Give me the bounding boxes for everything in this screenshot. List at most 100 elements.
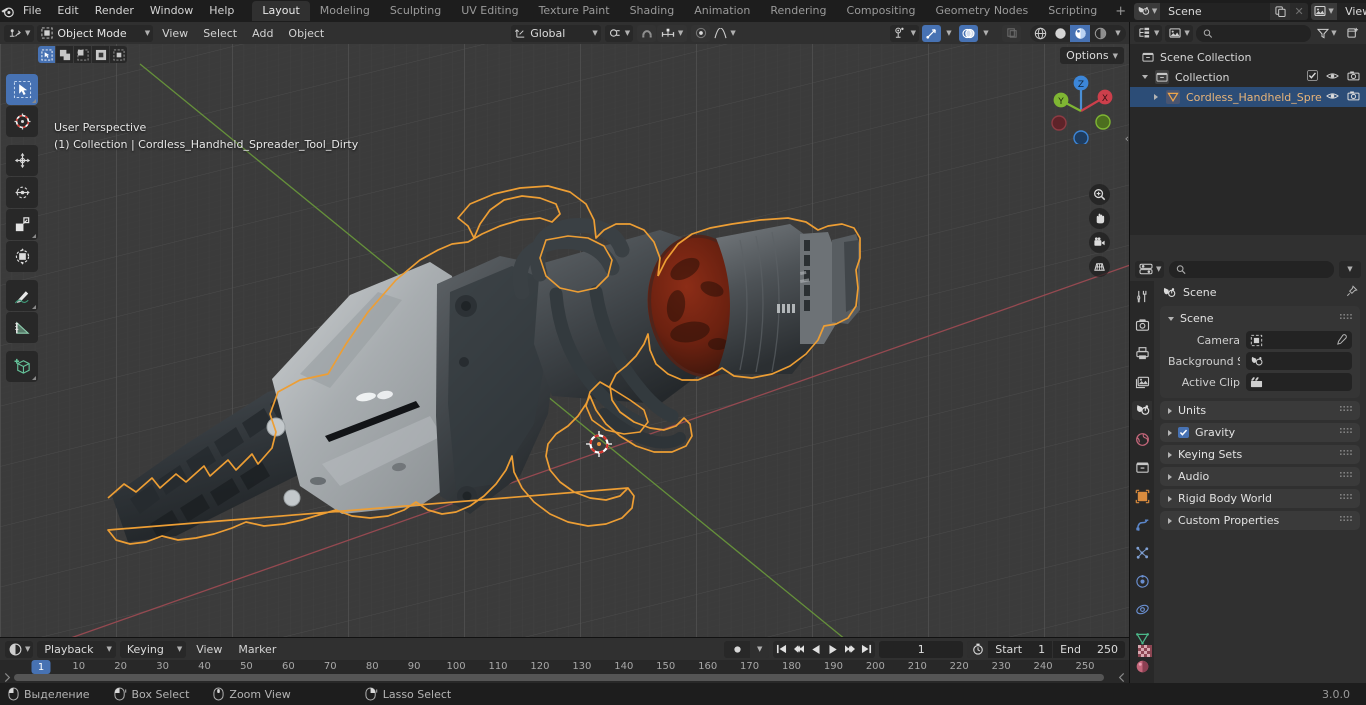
viewport-options-button[interactable]: Options ▼ — [1060, 47, 1124, 64]
gizmo-dropdown[interactable]: ▼ — [942, 25, 956, 42]
pan-view-button[interactable] — [1089, 208, 1110, 229]
zoom-view-button[interactable] — [1089, 184, 1110, 205]
outliner-editor-type-button[interactable]: ▼ — [1134, 24, 1163, 42]
use-preview-range-icon[interactable] — [967, 640, 989, 658]
tab-shading[interactable]: Shading — [620, 1, 685, 21]
outliner-filter-button[interactable]: ▼ — [1314, 25, 1340, 42]
tab-modeling[interactable]: Modeling — [310, 1, 380, 21]
play-reverse-button[interactable] — [807, 641, 824, 658]
properties-tab-modifiers[interactable] — [1132, 515, 1152, 534]
chevron-right-icon[interactable] — [1168, 429, 1172, 436]
end-frame-field[interactable]: End 250 — [1052, 640, 1125, 658]
new-scene-button[interactable] — [1270, 2, 1291, 20]
tab-texture-paint[interactable]: Texture Paint — [529, 1, 620, 21]
tab-compositing[interactable]: Compositing — [837, 1, 926, 21]
overlays-dropdown[interactable]: ▼ — [979, 25, 993, 42]
object-mode-selector[interactable]: Object Mode ▼ — [37, 24, 154, 42]
gravity-panel[interactable]: Gravity — [1160, 423, 1360, 442]
solid-shading-icon[interactable] — [1050, 25, 1070, 42]
menu-render[interactable]: Render — [87, 2, 142, 20]
outliner-search-box[interactable] — [1195, 24, 1311, 42]
wireframe-shading-icon[interactable] — [1030, 25, 1050, 42]
snap-target-selector[interactable]: ▼ — [657, 24, 688, 42]
checkbox-icon[interactable] — [1307, 70, 1318, 84]
timeline-editor[interactable]: ▼ Playback ▼ Keying ▼ View Marker ▼ 1 St… — [0, 638, 1130, 683]
sidebar-expand-arrow-icon[interactable]: ‹ — [1125, 132, 1129, 145]
view-layer-selector[interactable]: ▼ View Layer ✕ — [1311, 2, 1366, 20]
3d-viewport[interactable]: User Perspective (1) Collection | Cordle… — [0, 44, 1130, 638]
transform-orientation-selector[interactable]: Global ▼ — [511, 24, 601, 42]
chevron-down-icon[interactable] — [1168, 316, 1174, 321]
grip-dots-icon[interactable] — [1340, 494, 1352, 503]
outliner-new-collection-button[interactable] — [1343, 25, 1362, 42]
jump-to-end-button[interactable] — [858, 641, 875, 658]
outliner-row-collection[interactable]: Collection — [1130, 67, 1366, 87]
timeline-editor-type-button[interactable]: ▼ — [5, 640, 34, 658]
grip-dots-icon[interactable] — [1340, 450, 1352, 459]
add-workspace-button[interactable]: + — [1107, 4, 1134, 19]
tab-sculpting[interactable]: Sculpting — [380, 1, 451, 21]
xray-toggle-icon[interactable] — [1002, 24, 1021, 42]
grip-dots-icon[interactable] — [1340, 472, 1352, 481]
properties-tab-material[interactable] — [1132, 657, 1152, 676]
collection-disclosure-icon[interactable] — [1142, 75, 1148, 79]
blender-logo-icon[interactable] — [0, 0, 15, 22]
select-intersect-icon[interactable] — [110, 46, 127, 63]
timeline-scrollbar[interactable] — [14, 674, 1104, 681]
grip-dots-icon[interactable] — [1340, 516, 1352, 525]
tab-layout[interactable]: Layout — [252, 1, 310, 21]
properties-tab-scene[interactable] — [1132, 400, 1152, 421]
timeline-keying-menu[interactable]: Keying ▼ — [119, 640, 187, 658]
outliner-search-input[interactable] — [1216, 26, 1304, 40]
properties-search-input[interactable] — [1190, 262, 1327, 276]
jump-to-prev-keyframe-button[interactable] — [790, 641, 807, 658]
tool-annotate[interactable] — [6, 280, 38, 311]
viewport-menu-select[interactable]: Select — [197, 25, 243, 42]
navigation-gizmo[interactable]: Z X Y — [1042, 66, 1120, 146]
timeline-playback-menu[interactable]: Playback ▼ — [37, 640, 116, 658]
properties-editor-type-button[interactable]: ▼ — [1135, 260, 1165, 278]
play-button[interactable] — [824, 641, 841, 658]
properties-search-box[interactable] — [1169, 260, 1334, 278]
properties-tab-physics[interactable] — [1132, 572, 1152, 591]
camera-render-icon[interactable] — [1347, 90, 1360, 104]
menu-file[interactable]: File — [15, 2, 49, 20]
chevron-right-icon[interactable] — [1168, 407, 1172, 414]
rigid-body-world-panel[interactable]: Rigid Body World — [1160, 489, 1360, 508]
tab-rendering[interactable]: Rendering — [760, 1, 836, 21]
shading-dropdown[interactable]: ▼ — [1110, 25, 1126, 42]
timeline-view-menu[interactable]: View — [190, 641, 228, 658]
toggle-perspective-button[interactable] — [1089, 256, 1110, 277]
eyedropper-icon[interactable] — [1336, 334, 1347, 348]
scene-name[interactable]: Scene — [1160, 2, 1271, 20]
keying-sets-panel[interactable]: Keying Sets — [1160, 445, 1360, 464]
properties-tab-render[interactable] — [1132, 315, 1152, 334]
tool-rotate[interactable] — [6, 177, 38, 208]
units-panel[interactable]: Units — [1160, 401, 1360, 420]
object-disclosure-icon[interactable] — [1154, 94, 1158, 100]
menu-window[interactable]: Window — [142, 2, 201, 20]
pin-icon[interactable] — [1346, 284, 1358, 300]
viewport-menu-add[interactable]: Add — [246, 25, 279, 42]
tool-add-cube[interactable] — [6, 351, 38, 382]
timeline-scrollbar-area[interactable] — [0, 673, 1130, 682]
tab-animation[interactable]: Animation — [684, 1, 760, 21]
select-invert-icon[interactable] — [92, 46, 109, 63]
tool-scale[interactable] — [6, 209, 38, 240]
tab-scripting[interactable]: Scripting — [1038, 1, 1107, 21]
tool-move[interactable] — [6, 145, 38, 176]
outliner-display-mode-button[interactable]: ▼ — [1165, 24, 1193, 42]
viewport-menu-view[interactable]: View — [156, 25, 194, 42]
proportional-falloff-selector[interactable]: ▼ — [711, 25, 739, 42]
tool-tweak-select[interactable] — [6, 74, 38, 105]
properties-tab-tool[interactable] — [1132, 287, 1152, 306]
properties-tab-world[interactable] — [1132, 429, 1152, 448]
properties-tab-output[interactable] — [1132, 344, 1152, 363]
gravity-checkbox[interactable] — [1178, 427, 1189, 438]
menu-help[interactable]: Help — [201, 2, 242, 20]
gizmo-toggle-icon[interactable] — [922, 24, 941, 42]
snap-toggle-magnet-icon[interactable] — [637, 24, 657, 42]
chevron-right-icon[interactable] — [1168, 451, 1172, 458]
properties-options-dropdown[interactable]: ▼ — [1339, 260, 1361, 278]
pivot-point-selector[interactable]: ▼ — [604, 24, 634, 42]
